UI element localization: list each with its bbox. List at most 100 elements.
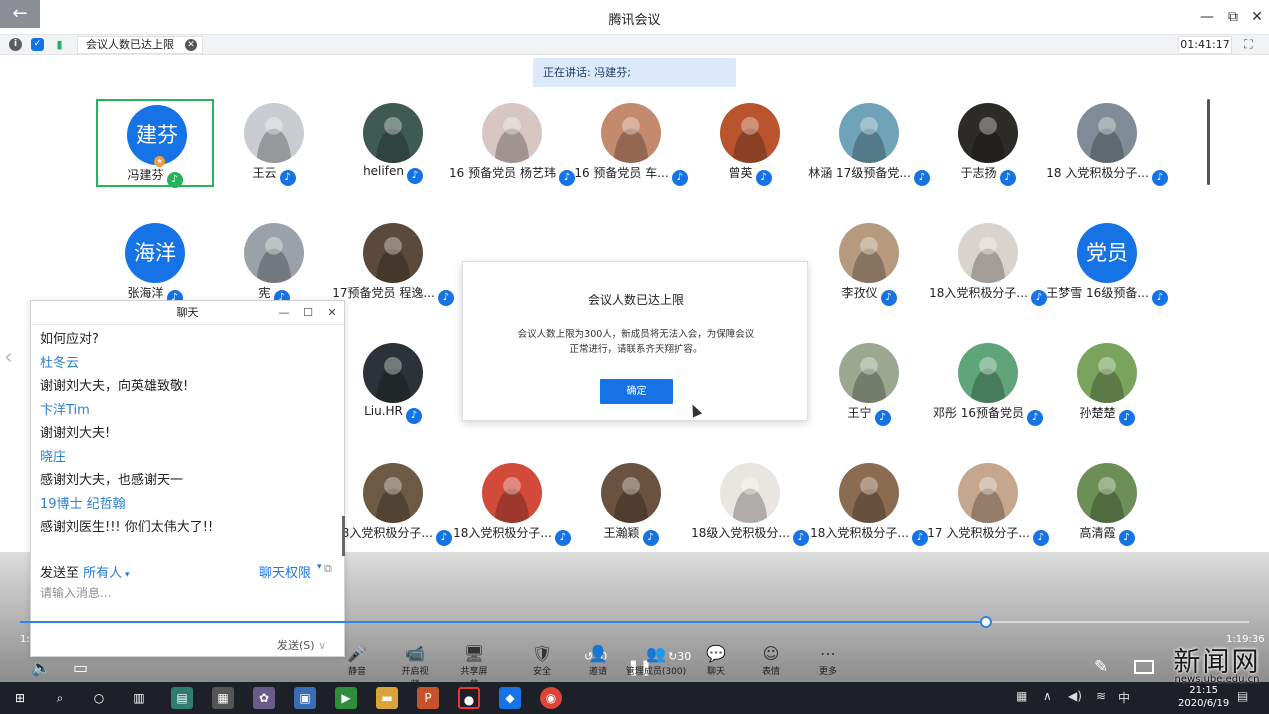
control-icon: 👥: [646, 644, 666, 663]
prev-page-icon[interactable]: ‹: [4, 346, 20, 370]
control-button[interactable]: 💬 聊天: [700, 644, 732, 677]
keyboard-icon[interactable]: ▦: [1016, 689, 1027, 703]
control-label: 管理成员(300): [625, 667, 687, 677]
mic-icon[interactable]: ♪: [999, 170, 1016, 186]
chat-maximize-button[interactable]: ☐: [300, 305, 316, 321]
chat-message: 谢谢刘大夫!: [40, 426, 111, 441]
ime-indicator[interactable]: 中: [1118, 689, 1130, 706]
participant-name: 18入党积极分子...: [929, 286, 1028, 300]
volume-icon[interactable]: 🔈: [31, 658, 51, 677]
app-icon[interactable]: ▤: [171, 687, 193, 709]
control-label: 安全: [532, 667, 551, 677]
tencent-meeting-icon[interactable]: ◆: [499, 687, 521, 709]
shield-icon[interactable]: ✓: [31, 38, 44, 51]
avatar: [839, 103, 899, 163]
player-app-icon[interactable]: ▶: [335, 687, 357, 709]
chat-input[interactable]: 请输入消息...: [40, 584, 111, 601]
control-button[interactable]: 👤 邀请: [582, 644, 614, 677]
speaker-icon[interactable]: ◀): [1068, 689, 1082, 703]
windows-start-icon[interactable]: ⊞: [9, 687, 31, 709]
send-button[interactable]: 发送(S) ∨: [277, 637, 326, 653]
mic-icon[interactable]: ♪: [755, 170, 772, 186]
notification-icon[interactable]: ▤: [1237, 689, 1248, 703]
chat-minimize-button[interactable]: —: [276, 305, 292, 321]
mic-icon[interactable]: ♪: [642, 530, 659, 546]
participant-tile[interactable]: 党员 王梦雪 16级预备... ♪: [1046, 219, 1168, 307]
document-icon[interactable]: ▣: [294, 687, 316, 709]
avatar: [720, 103, 780, 163]
participant-name-line: 王梦雪 16级预备... ♪: [1018, 284, 1196, 306]
signal-icon[interactable]: ▮: [53, 38, 66, 51]
close-button[interactable]: ✕: [1248, 8, 1266, 26]
minimize-button[interactable]: —: [1198, 8, 1216, 26]
control-icon: 🖥: [463, 644, 485, 663]
task-view-icon[interactable]: ▥: [128, 687, 150, 709]
ok-button[interactable]: 确定: [600, 379, 673, 404]
participant-tile[interactable]: 高清霞 ♪: [1048, 459, 1166, 547]
participant-tile[interactable]: Liu.HR ♪: [334, 339, 452, 427]
info-icon[interactable]: i: [9, 38, 22, 51]
progress-handle[interactable]: [980, 616, 992, 628]
control-icon: ☺: [762, 644, 780, 663]
participant-tile[interactable]: 孙楚楚 ♪: [1048, 339, 1166, 427]
limit-notice-text: 会议人数已达上限: [86, 38, 174, 51]
progress-bar-played[interactable]: [20, 621, 985, 623]
avatar: [958, 343, 1018, 403]
control-button[interactable]: 👥 管理成员(300): [618, 644, 694, 677]
chrome-icon[interactable]: ◉: [540, 687, 562, 709]
paint-icon[interactable]: ✿: [253, 687, 275, 709]
mic-icon[interactable]: ♪: [1151, 290, 1168, 306]
mic-icon[interactable]: ♪: [1118, 410, 1135, 426]
chat-window: 聊天 — ☐ ✕ 如何应对? 杜冬云 谢谢刘大夫，向英雄致敬! 卞洋Tim 谢谢刘大夫!…: [30, 300, 345, 657]
export-icon[interactable]: ⧉: [324, 562, 332, 576]
control-button[interactable]: ☺ 表情: [755, 644, 787, 677]
permission-arrow-icon[interactable]: ▾: [317, 562, 322, 572]
restore-button[interactable]: ⧉: [1224, 8, 1242, 26]
chat-title: 聊天: [31, 301, 344, 325]
subtitle-icon[interactable]: ▭: [73, 658, 88, 677]
participant-name-line: 高清霞 ♪: [1018, 524, 1196, 546]
mic-icon[interactable]: ♪: [405, 408, 422, 424]
send-to-dropdown[interactable]: 所有人: [83, 566, 122, 581]
chat-close-button[interactable]: ✕: [324, 305, 340, 321]
participant-name: 18入党积极分子...: [453, 526, 552, 540]
chat-permission-button[interactable]: 聊天权限: [259, 562, 311, 581]
send-options-icon[interactable]: ∨: [318, 639, 326, 652]
picture-in-picture-icon[interactable]: [1134, 660, 1154, 674]
fullscreen-icon[interactable]: ⛶: [1241, 37, 1256, 52]
participant-tile[interactable]: 17预备党员 程逸... ♪: [332, 219, 454, 307]
mic-icon[interactable]: ♪: [1118, 530, 1135, 546]
wifi-icon[interactable]: ≋: [1096, 689, 1106, 703]
tray-up-icon[interactable]: ∧: [1043, 689, 1052, 703]
mic-icon[interactable]: ♪: [880, 290, 897, 306]
folder-icon[interactable]: ▬: [376, 687, 398, 709]
progress-bar-remaining[interactable]: [985, 621, 1249, 623]
close-icon[interactable]: ✕: [185, 39, 197, 51]
mic-icon[interactable]: ♪: [874, 410, 891, 426]
taskbar-clock[interactable]: 21:15 2020/6/19: [1178, 684, 1229, 710]
calculator-icon[interactable]: ▦: [212, 687, 234, 709]
chat-sender: 19博士 纪哲翰: [40, 496, 126, 512]
search-icon[interactable]: ⌕: [49, 687, 71, 709]
dropdown-arrow-icon[interactable]: ▾: [122, 570, 130, 580]
chat-scrollbar[interactable]: [342, 516, 345, 556]
pencil-icon[interactable]: ✎: [1094, 657, 1108, 677]
participant-name: helifen: [363, 164, 404, 178]
participant-name: 李孜仪: [841, 286, 878, 300]
participant-name-line: 孙楚楚 ♪: [1018, 404, 1196, 426]
powerpoint-icon[interactable]: P: [417, 687, 439, 709]
limit-dialog: 会议人数已达上限 会议人数上限为300人，新成员将无法入会，为保障会议 正常进行…: [462, 261, 808, 421]
mic-icon[interactable]: ♪: [166, 172, 183, 188]
mic-icon[interactable]: ♪: [437, 290, 454, 306]
cortana-icon[interactable]: ○: [88, 687, 110, 709]
control-label: 静音: [347, 667, 366, 677]
record-icon[interactable]: ●: [458, 687, 480, 709]
mic-icon[interactable]: ♪: [1151, 170, 1168, 186]
control-button[interactable]: 🛡 安全: [526, 644, 558, 677]
control-button[interactable]: 🎤 静音: [341, 644, 373, 677]
control-button[interactable]: ⋯ 更多: [812, 644, 844, 677]
mic-icon[interactable]: ♪: [406, 168, 423, 184]
participant-tile[interactable]: 18 入党积极分子... ♪: [1046, 99, 1168, 187]
mic-icon[interactable]: ♪: [279, 170, 296, 186]
grid-scrollbar[interactable]: [1207, 99, 1210, 185]
